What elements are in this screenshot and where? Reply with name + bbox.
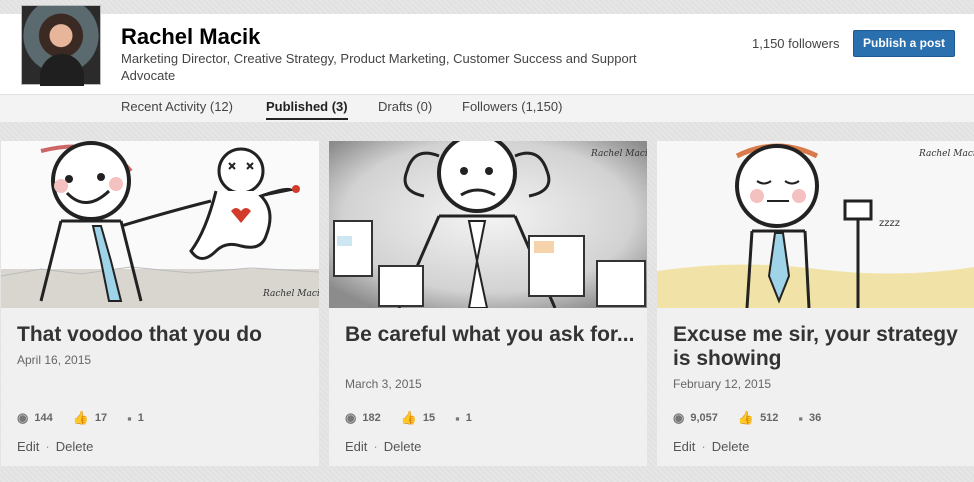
followers-count[interactable]: 1,150 followers	[752, 36, 839, 51]
comments-count: 1	[137, 412, 144, 424]
post-actions: Edit · Delete	[17, 439, 93, 454]
post-date: April 16, 2015	[17, 353, 92, 367]
artist-signature: Rachel Macik	[918, 149, 974, 159]
delete-link[interactable]: Delete	[384, 439, 422, 454]
tab-drafts[interactable]: Drafts (0)	[378, 99, 432, 118]
post-card[interactable]: Rachel Macik That voodoo that you do Apr…	[1, 141, 319, 466]
thumbs-up-icon: 👍	[72, 410, 89, 425]
thumbs-up-icon: 👍	[400, 410, 417, 425]
post-date: February 12, 2015	[673, 377, 772, 391]
tab-followers[interactable]: Followers (1,150)	[462, 99, 562, 118]
post-title[interactable]: Be careful what you ask for...	[345, 323, 635, 347]
post-title[interactable]: Excuse me sir, your strategy is showing	[673, 323, 963, 371]
separator: ·	[45, 439, 50, 454]
eye-icon: ◉	[17, 410, 29, 425]
comment-icon: ▪	[798, 410, 804, 426]
comments-count: 1	[465, 412, 472, 424]
separator: ·	[373, 439, 378, 454]
comments-count: 36	[809, 412, 822, 424]
views-count: 144	[34, 412, 53, 424]
post-card[interactable]: Rachel Macik Be careful what you ask for…	[329, 141, 647, 466]
edit-link[interactable]: Edit	[673, 439, 695, 454]
delete-link[interactable]: Delete	[56, 439, 94, 454]
post-date: March 3, 2015	[345, 377, 422, 391]
post-actions: Edit · Delete	[673, 439, 749, 454]
profile-headline: Marketing Director, Creative Strategy, P…	[121, 51, 637, 83]
post-list: Rachel Macik That voodoo that you do Apr…	[0, 141, 974, 466]
likes-count: 512	[760, 412, 779, 424]
artist-signature: Rachel Macik	[262, 289, 319, 299]
publish-post-button[interactable]: Publish a post	[853, 30, 955, 57]
post-thumbnail[interactable]: zzzz Rachel Macik	[657, 141, 974, 308]
post-actions: Edit · Delete	[345, 439, 421, 454]
post-card[interactable]: zzzz Rachel Macik Excuse me sir, your st…	[657, 141, 974, 466]
post-stats: ◉ 144 👍 17 ▪ 1	[17, 410, 164, 426]
post-thumbnail[interactable]: Rachel Macik	[1, 141, 319, 308]
likes-count: 17	[94, 412, 108, 424]
profile-name[interactable]: Rachel Macik	[121, 24, 260, 50]
delete-link[interactable]: Delete	[712, 439, 750, 454]
post-stats: ◉ 9,057 👍 512 ▪ 36	[673, 410, 841, 426]
post-thumbnail[interactable]: Rachel Macik	[329, 141, 647, 308]
avatar[interactable]	[21, 5, 101, 86]
artist-signature: Rachel Macik	[590, 149, 647, 159]
comment-icon: ▪	[455, 410, 460, 426]
comment-icon: ▪	[127, 410, 132, 426]
thumbs-up-icon: 👍	[737, 410, 755, 425]
profile-header: Rachel Macik Marketing Director, Creativ…	[0, 5, 974, 122]
edit-link[interactable]: Edit	[345, 439, 367, 454]
likes-count: 15	[422, 412, 436, 424]
tab-bar: Recent Activity (12) Published (3) Draft…	[0, 94, 974, 122]
edit-link[interactable]: Edit	[17, 439, 39, 454]
tab-published[interactable]: Published (3)	[266, 99, 348, 120]
post-stats: ◉ 182 👍 15 ▪ 1	[345, 410, 492, 426]
separator: ·	[701, 439, 706, 454]
eye-icon: ◉	[345, 410, 357, 425]
tab-recent-activity[interactable]: Recent Activity (12)	[121, 99, 233, 118]
views-count: 182	[362, 412, 381, 424]
snore-text: zzzz	[879, 218, 900, 229]
post-title[interactable]: That voodoo that you do	[17, 323, 307, 347]
views-count: 9,057	[690, 412, 718, 424]
eye-icon: ◉	[673, 410, 685, 425]
